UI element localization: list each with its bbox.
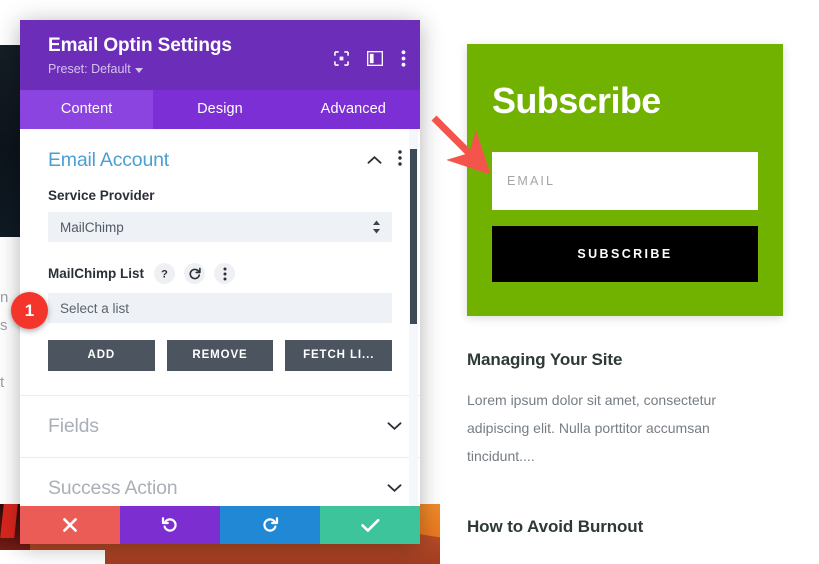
mailchimp-list-label: MailChimp List ? <box>48 263 392 284</box>
modal-body: Email Account Service Provider MailChimp… <box>20 129 420 506</box>
mailchimp-list-input[interactable]: Select a list <box>48 293 392 323</box>
section-title-fields: Fields <box>48 415 99 437</box>
blog-post-item: Managing Your Site Lorem ipsum dolor sit… <box>467 350 783 470</box>
background-white-strip <box>0 550 105 564</box>
modal-scrollbar[interactable] <box>409 129 418 506</box>
email-optin-settings-modal: Email Optin Settings Preset: Default Con… <box>20 20 420 544</box>
mailchimp-list-actions: ADD REMOVE FETCH LI... <box>20 340 420 371</box>
cancel-button[interactable] <box>20 506 120 544</box>
step-badge-1: 1 <box>11 292 48 329</box>
mailchimp-list-field: MailChimp List ? Select a list <box>20 263 420 323</box>
help-icon[interactable]: ? <box>154 263 176 284</box>
tab-design[interactable]: Design <box>153 90 286 129</box>
redo-icon <box>263 517 279 532</box>
more-vertical-icon[interactable] <box>214 263 236 284</box>
service-provider-label: Service Provider <box>48 188 155 203</box>
subscribe-button[interactable]: SUBSCRIBE <box>492 226 758 282</box>
optin-heading: Subscribe <box>492 80 661 121</box>
mailchimp-list-icon-group: ? <box>154 263 236 284</box>
tab-content[interactable]: Content <box>20 90 154 129</box>
svg-text:?: ? <box>161 268 168 280</box>
section-header-success-action[interactable]: Success Action <box>20 458 420 506</box>
check-icon <box>360 518 379 532</box>
service-provider-value: MailChimp <box>60 219 124 235</box>
post-title[interactable]: Managing Your Site <box>467 350 783 370</box>
mailchimp-list-label-text: MailChimp List <box>48 266 145 281</box>
close-icon <box>63 518 77 532</box>
section-title-email-account: Email Account <box>48 149 169 171</box>
modal-header: Email Optin Settings Preset: Default <box>20 20 420 90</box>
focus-icon[interactable] <box>334 51 349 66</box>
redo-button[interactable] <box>220 506 320 544</box>
settings-tabs: Content Design Advanced <box>20 90 420 129</box>
chevron-down-icon[interactable] <box>387 480 402 498</box>
remove-button[interactable]: REMOVE <box>166 340 274 371</box>
service-provider-field: Service Provider MailChimp <box>20 188 420 242</box>
save-button[interactable] <box>320 506 420 544</box>
layout-panel-icon[interactable] <box>366 50 384 67</box>
chevron-up-icon[interactable] <box>367 152 382 170</box>
sort-updown-icon <box>372 220 381 234</box>
preset-label: Preset: Default <box>48 62 131 76</box>
fetch-lists-button[interactable]: FETCH LI... <box>285 340 393 371</box>
settings-scroll-area: Email Account Service Provider MailChimp… <box>20 129 420 506</box>
modal-footer <box>20 506 420 544</box>
service-provider-select[interactable]: MailChimp <box>48 212 392 242</box>
header-icon-group <box>334 50 406 67</box>
more-vertical-icon[interactable] <box>398 150 402 171</box>
undo-button[interactable] <box>120 506 220 544</box>
section-title-success-action: Success Action <box>48 477 178 499</box>
email-input-placeholder: EMAIL <box>507 174 556 188</box>
chevron-down-icon <box>134 67 143 73</box>
reset-icon[interactable] <box>184 263 206 284</box>
email-input[interactable]: EMAIL <box>492 152 758 210</box>
background-text-fragment: t <box>0 374 5 391</box>
screen: n s t Email Optin Settings Preset: Defau… <box>0 0 819 564</box>
blog-post-item: How to Avoid Burnout <box>467 517 783 537</box>
email-optin-module: Subscribe EMAIL SUBSCRIBE <box>467 44 783 316</box>
chevron-down-icon[interactable] <box>387 418 402 436</box>
more-vertical-icon[interactable] <box>401 50 406 67</box>
post-excerpt: Lorem ipsum dolor sit amet, consectetur … <box>467 392 716 464</box>
section-header-fields[interactable]: Fields <box>20 396 420 457</box>
undo-icon <box>161 517 177 532</box>
mailchimp-list-placeholder: Select a list <box>60 300 130 316</box>
page-preview: Subscribe EMAIL SUBSCRIBE Managing Your … <box>467 44 783 537</box>
preset-selector[interactable]: Preset: Default <box>48 62 143 76</box>
section-header-email-account[interactable]: Email Account <box>20 129 420 188</box>
add-button[interactable]: ADD <box>48 340 155 371</box>
post-title[interactable]: How to Avoid Burnout <box>467 517 783 537</box>
scrollbar-thumb[interactable] <box>410 149 417 324</box>
tab-advanced[interactable]: Advanced <box>287 90 420 129</box>
